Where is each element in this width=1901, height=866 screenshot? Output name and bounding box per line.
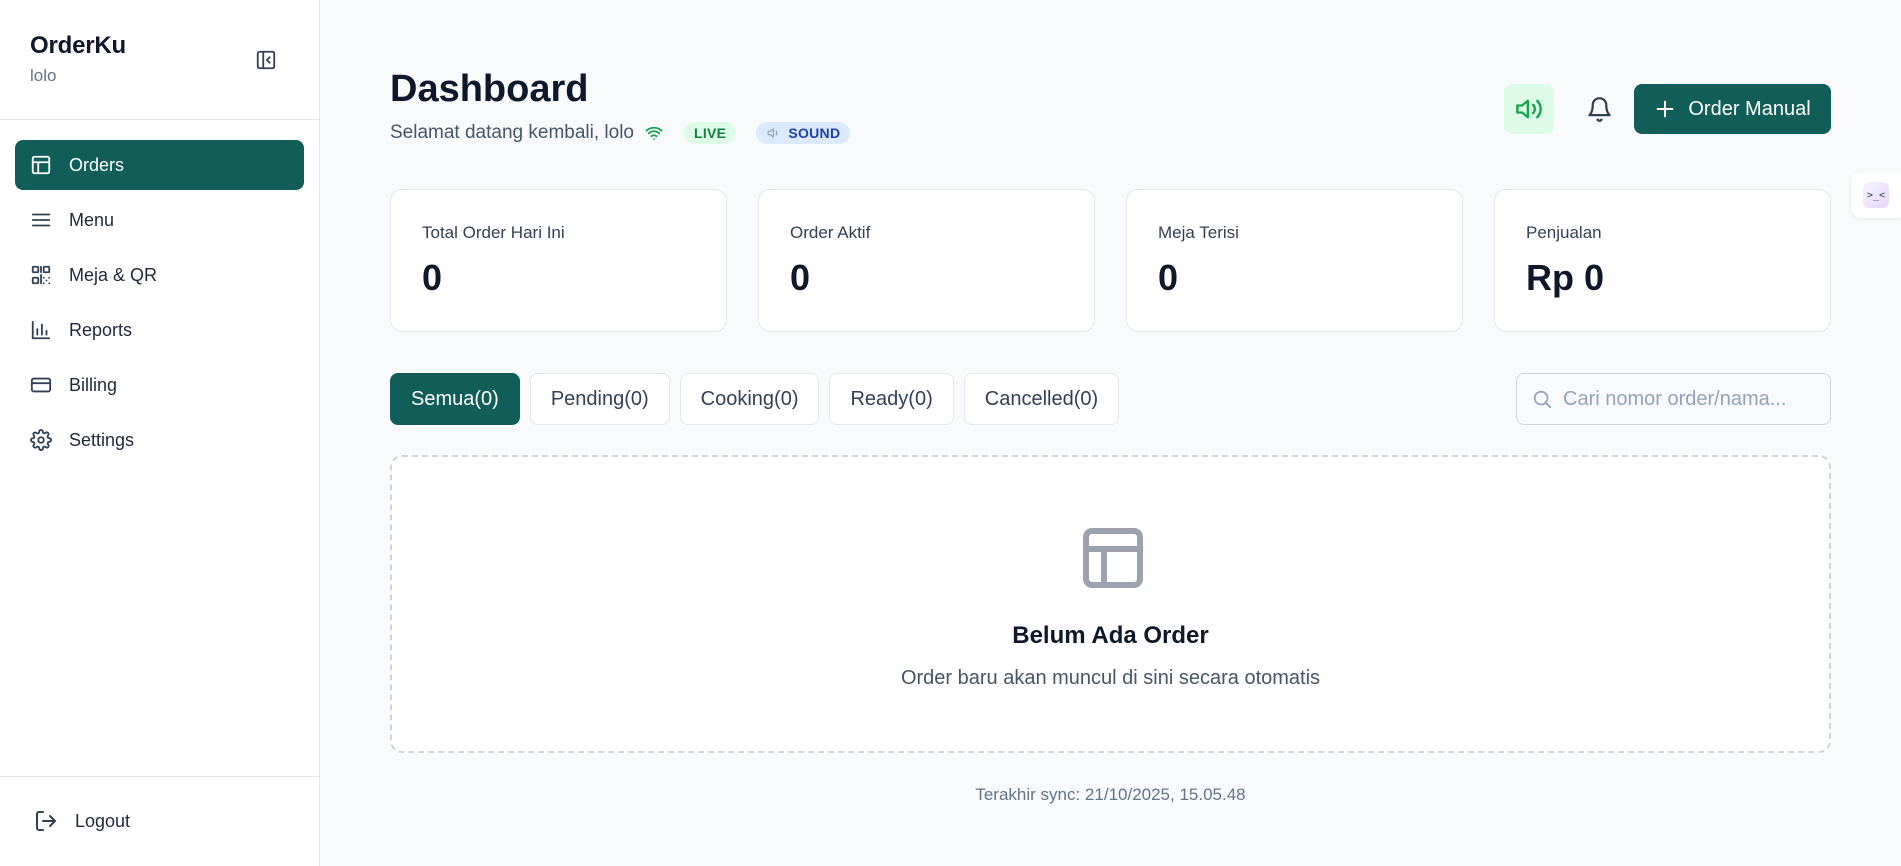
sidebar-item-orders[interactable]: Orders — [15, 140, 304, 190]
stat-value: 0 — [422, 257, 443, 298]
tab-ready[interactable]: Ready(0) — [829, 373, 954, 425]
sidebar: OrderKu lolo Orders Menu Meja & QR Repor… — [0, 0, 320, 866]
stat-value: Rp 0 — [1526, 257, 1605, 298]
notifications-button[interactable] — [1574, 84, 1624, 134]
empty-title: Belum Ada Order — [1012, 622, 1209, 649]
order-manual-label: Order Manual — [1688, 97, 1811, 120]
tab-semua[interactable]: Semua(0) — [390, 373, 520, 425]
stats-row: Total Order Hari Ini 0 Order Aktif 0 Mej… — [390, 189, 1831, 332]
order-filter-tabs: Semua(0) Pending(0) Cooking(0) Ready(0) … — [390, 373, 1129, 425]
card-icon — [29, 373, 53, 397]
floating-widget[interactable]: >_< — [1851, 172, 1901, 218]
speaker-icon — [766, 126, 782, 140]
welcome-text: Selamat datang kembali, lolo — [390, 122, 634, 143]
sound-badge-label: SOUND — [788, 125, 841, 141]
logout-label: Logout — [75, 810, 131, 831]
sidebar-collapse-button[interactable] — [252, 46, 280, 74]
welcome-row: Selamat datang kembali, lolo LIVE SOUND — [390, 121, 851, 145]
sound-toggle-button[interactable] — [1504, 84, 1554, 134]
search-box — [1516, 373, 1831, 425]
stat-label: Total Order Hari Ini — [422, 223, 565, 242]
bell-icon — [1587, 96, 1611, 122]
menu-icon — [29, 208, 53, 232]
brand: OrderKu lolo — [30, 32, 126, 86]
order-manual-button[interactable]: Order Manual — [1634, 84, 1831, 134]
sound-badge: SOUND — [756, 122, 851, 144]
search-icon — [1531, 388, 1553, 410]
brand-name: OrderKu — [30, 32, 126, 59]
stat-card-tables-occupied: Meja Terisi 0 — [1126, 189, 1463, 332]
logout-icon — [33, 808, 59, 834]
sidebar-item-settings[interactable]: Settings — [15, 415, 304, 465]
stat-label: Penjualan — [1526, 223, 1602, 242]
live-badge: LIVE — [683, 122, 737, 144]
sidebar-bottom-divider — [0, 776, 319, 777]
sidebar-item-menu[interactable]: Menu — [15, 195, 304, 245]
wifi-icon — [644, 124, 664, 142]
tab-cooking[interactable]: Cooking(0) — [679, 373, 820, 425]
table-icon — [29, 153, 53, 177]
brand-user: lolo — [30, 66, 57, 85]
stat-label: Order Aktif — [790, 223, 871, 242]
sidebar-item-label: Billing — [69, 374, 118, 395]
stat-label: Meja Terisi — [1158, 223, 1239, 242]
qr-icon — [29, 263, 53, 287]
tab-cancelled[interactable]: Cancelled(0) — [963, 373, 1120, 425]
volume-icon — [1516, 99, 1542, 119]
sidebar-item-label: Reports — [69, 319, 133, 340]
stat-card-sales: Penjualan Rp 0 — [1494, 189, 1831, 332]
orders-empty-state: Belum Ada Order Order baru akan muncul d… — [390, 455, 1831, 753]
sidebar-divider — [0, 119, 319, 120]
sidebar-item-meja-qr[interactable]: Meja & QR — [15, 250, 304, 300]
stat-card-active-orders: Order Aktif 0 — [758, 189, 1095, 332]
stat-card-total-orders: Total Order Hari Ini 0 — [390, 189, 727, 332]
gear-icon — [29, 428, 53, 452]
last-sync-text: Terakhir sync: 21/10/2025, 15.05.48 — [975, 785, 1246, 804]
table-icon — [1083, 528, 1143, 588]
sidebar-item-billing[interactable]: Billing — [15, 360, 304, 410]
widget-face-icon: >_< — [1863, 182, 1889, 208]
plus-icon — [1654, 98, 1676, 120]
page-title: Dashboard — [390, 68, 589, 110]
empty-subtitle: Order baru akan muncul di sini secara ot… — [900, 667, 1321, 689]
sidebar-item-label: Meja & QR — [69, 264, 158, 285]
sidebar-item-reports[interactable]: Reports — [15, 305, 304, 355]
panel-left-icon — [256, 50, 276, 70]
stat-value: 0 — [790, 257, 811, 298]
tab-pending[interactable]: Pending(0) — [529, 373, 670, 425]
logout-button[interactable]: Logout — [33, 808, 130, 834]
stat-value: 0 — [1158, 257, 1179, 298]
sidebar-item-label: Orders — [69, 154, 125, 175]
search-input[interactable] — [1563, 387, 1813, 411]
sidebar-item-label: Menu — [69, 209, 115, 230]
sidebar-nav: Orders Menu Meja & QR Reports Billing Se… — [15, 140, 304, 470]
chart-icon — [29, 318, 53, 342]
sidebar-item-label: Settings — [69, 429, 135, 450]
